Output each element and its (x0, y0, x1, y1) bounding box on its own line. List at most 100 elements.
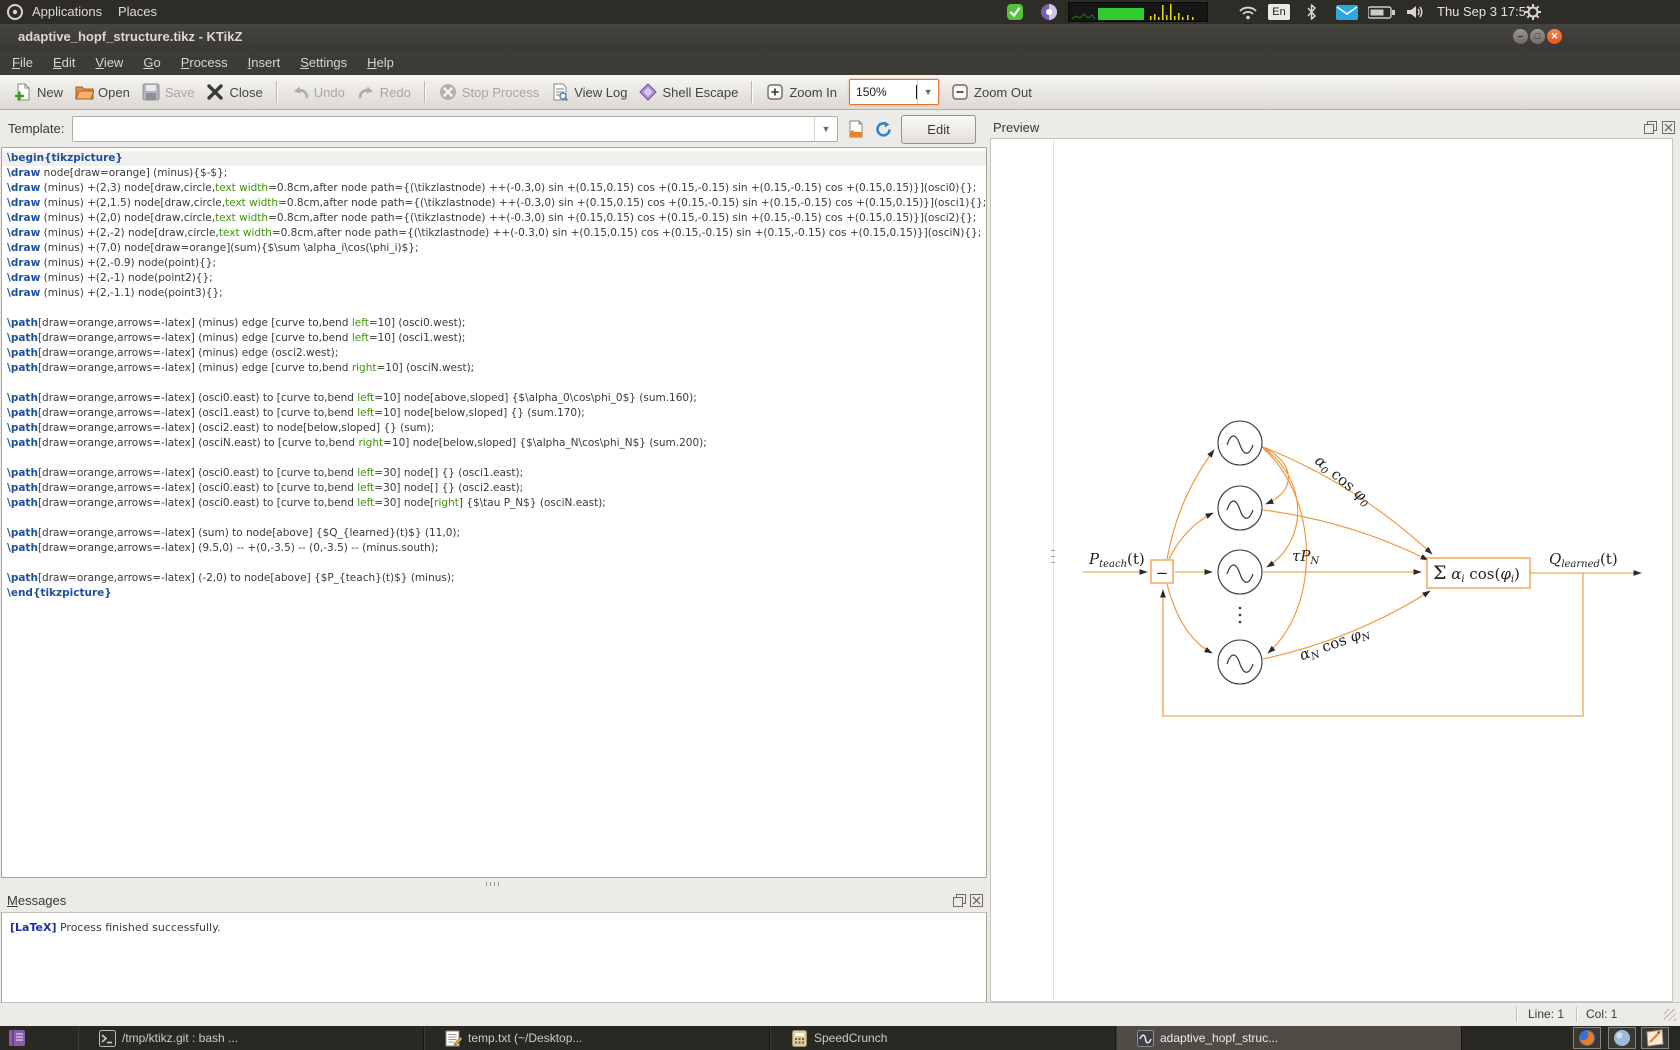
toolbar: NewOpenSaveCloseUndoRedoStop ProcessView… (0, 75, 1680, 110)
code-line: \draw (minus) +(2,-1) node(point2){}; (2, 271, 986, 286)
toolbar-separator (424, 81, 426, 103)
messages-log: [LaTeX] Process finished successfully. (1, 913, 987, 1002)
window-title: adaptive_hopf_structure.tikz - KTikZ (0, 24, 1680, 50)
shell-escape-button[interactable]: Shell Escape (633, 80, 744, 104)
maximize-button[interactable]: □ (1530, 29, 1545, 44)
wifi-icon[interactable] (1238, 5, 1258, 20)
screen: Applications Places (0, 0, 1680, 1050)
messages-panel-header: Messages (0, 890, 988, 913)
stop-icon (439, 83, 457, 101)
zoom-in-button[interactable]: Zoom In (760, 80, 843, 104)
open-icon (75, 83, 93, 101)
float-panel-icon[interactable] (953, 894, 967, 907)
save-button: Save (136, 80, 201, 104)
purple-app-icon[interactable] (8, 1029, 26, 1047)
terminal-icon (99, 1030, 116, 1047)
code-line: \draw (minus) +(2,3) node[draw,circle,te… (2, 181, 986, 196)
stop-process-button: Stop Process (433, 80, 545, 104)
menu-help[interactable]: Help (357, 50, 404, 75)
new-button[interactable]: New (8, 80, 69, 104)
preview-splitter-grip (1051, 550, 1055, 568)
applications-menu[interactable]: Applications (32, 4, 102, 19)
statusbar-col-indicator: Col: 1 (1586, 1007, 1617, 1021)
close-button[interactable]: Close (200, 80, 268, 104)
window-titlebar[interactable]: adaptive_hopf_structure.tikz - KTikZ – □… (0, 24, 1680, 50)
code-line: \draw (minus) +(7,0) node[draw=orange](s… (2, 241, 986, 256)
save-label: Save (165, 85, 195, 100)
code-line: \draw (minus) +(2,0) node[draw,circle,te… (2, 211, 986, 226)
preview-canvas (990, 138, 1673, 1002)
updates-ok-icon[interactable] (1006, 3, 1024, 21)
menubar: FileEditViewGoProcessInsertSettingsHelp (0, 50, 1680, 75)
statusbar: Line: 1 Col: 1 (0, 1002, 1680, 1027)
redo-button: Redo (351, 80, 417, 104)
resize-grip[interactable] (1664, 1009, 1676, 1021)
menu-view[interactable]: View (85, 50, 133, 75)
close-panel-icon[interactable] (1662, 121, 1676, 134)
minimize-button[interactable]: – (1513, 29, 1528, 44)
template-combobox[interactable]: ▼ (72, 116, 838, 142)
template-label: Template: (8, 121, 64, 136)
code-line: \path[draw=orange,arrows=-latex] (osci0.… (2, 481, 986, 496)
volume-icon[interactable] (1406, 4, 1425, 20)
close-window-button[interactable]: ✕ (1547, 29, 1562, 44)
code-line: \end{tikzpicture} (2, 586, 986, 601)
system-monitor-widget[interactable] (1068, 2, 1208, 22)
zoom-in-label: Zoom In (789, 85, 837, 100)
places-menu[interactable]: Places (118, 4, 157, 19)
chevron-down-icon[interactable]: ▼ (917, 80, 938, 104)
view-log-button[interactable]: View Log (545, 80, 633, 104)
indicator-orb-icon[interactable] (1040, 3, 1058, 21)
battery-icon[interactable] (1368, 6, 1395, 19)
firefox-icon[interactable] (1573, 1027, 1601, 1049)
taskbar-task[interactable]: SpeedCrunch (770, 1026, 1116, 1050)
view-log-label: View Log (574, 85, 627, 100)
distro-logo-icon[interactable] (6, 3, 24, 21)
menu-insert[interactable]: Insert (238, 50, 291, 75)
task-title: /tmp/ktikz.git : bash ... (122, 1031, 238, 1045)
template-open-button[interactable] (844, 116, 868, 142)
text-editor-icon (445, 1030, 462, 1047)
taskbar-task[interactable]: adaptive_hopf_struc... (1116, 1026, 1462, 1050)
zoom-level-combobox[interactable]: 150%▼ (849, 79, 939, 105)
task-title: SpeedCrunch (814, 1031, 887, 1045)
close-panel-icon[interactable] (970, 894, 984, 907)
code-editor[interactable]: \begin{tikzpicture}\draw node[draw=orang… (1, 147, 987, 878)
code-line: \path[draw=orange,arrows=-latex] (osci0.… (2, 496, 986, 511)
tex-icon[interactable] (1641, 1027, 1669, 1049)
ktikz-icon (1137, 1030, 1154, 1047)
menu-go[interactable]: Go (133, 50, 170, 75)
open-button[interactable]: Open (69, 80, 136, 104)
code-line: \path[draw=orange,arrows=-latex] (osci1.… (2, 406, 986, 421)
mail-icon[interactable] (1336, 5, 1358, 20)
template-edit-button[interactable]: Edit (901, 115, 976, 144)
stop-process-label: Stop Process (462, 85, 539, 100)
log-entry: [LaTeX] Process finished successfully. (10, 921, 986, 934)
zoomout-icon (951, 83, 969, 101)
keyboard-layout-indicator[interactable]: En (1268, 4, 1290, 20)
menu-edit[interactable]: Edit (43, 50, 85, 75)
code-line: \path[draw=orange,arrows=-latex] (osci0.… (2, 391, 986, 406)
taskbar-task[interactable]: temp.txt (~/Desktop... (424, 1026, 770, 1050)
globe-icon[interactable] (1608, 1027, 1636, 1049)
open-label: Open (98, 85, 130, 100)
code-line: \draw (minus) +(2,1.5) node[draw,circle,… (2, 196, 986, 211)
chevron-down-icon[interactable]: ▼ (814, 117, 837, 141)
float-panel-icon[interactable] (1644, 121, 1658, 134)
desktop-top-panel: Applications Places (0, 0, 1680, 24)
close-icon (206, 83, 224, 101)
preview-splitter[interactable] (1053, 140, 1054, 1000)
zoom-out-button[interactable]: Zoom Out (945, 80, 1038, 104)
menu-process[interactable]: Process (171, 50, 238, 75)
clock[interactable]: Thu Sep 3 17:57 (1437, 4, 1533, 19)
template-reload-button[interactable] (871, 116, 895, 142)
bluetooth-icon[interactable] (1306, 4, 1317, 20)
code-line: \path[draw=orange,arrows=-latex] (osci2.… (2, 421, 986, 436)
horizontal-splitter[interactable] (0, 878, 988, 890)
session-gear-icon[interactable] (1524, 3, 1542, 21)
menu-file[interactable]: File (2, 50, 43, 75)
code-line (2, 556, 986, 571)
menu-settings[interactable]: Settings (290, 50, 357, 75)
code-line (2, 451, 986, 466)
taskbar-task[interactable]: /tmp/ktikz.git : bash ... (78, 1026, 424, 1050)
